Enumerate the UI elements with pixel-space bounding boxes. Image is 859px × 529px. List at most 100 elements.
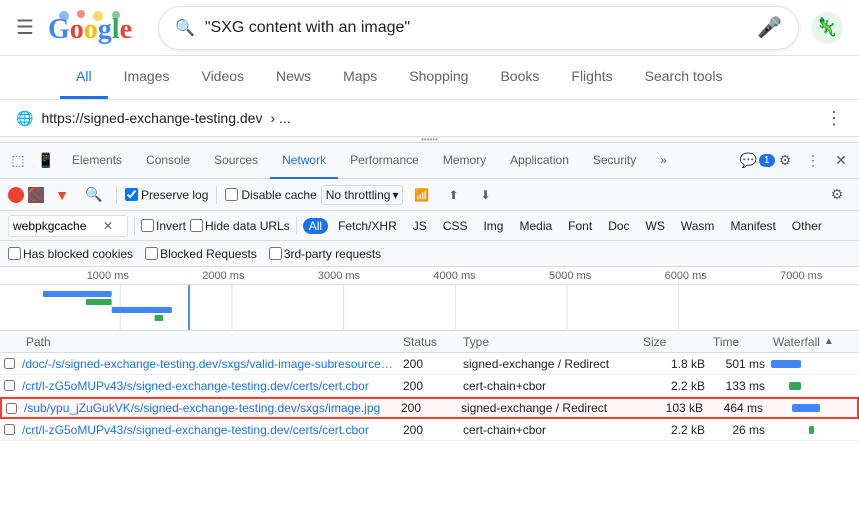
- separator-2: [216, 186, 217, 204]
- search-input[interactable]: [205, 19, 757, 37]
- filter-btn-manifest[interactable]: Manifest: [724, 218, 781, 234]
- filter-clear-icon[interactable]: ✕: [103, 219, 113, 233]
- device-toolbar-icon[interactable]: 📱: [32, 147, 60, 175]
- nav-tab-news[interactable]: News: [260, 56, 327, 99]
- row-size: 2.2 kB: [639, 423, 709, 437]
- row-type: cert-chain+cbor: [459, 423, 639, 437]
- row-type: cert-chain+cbor: [459, 379, 639, 393]
- row-time: 133 ms: [709, 379, 769, 393]
- nav-tabs: All Images Videos News Maps Shopping Boo…: [0, 56, 859, 100]
- row-checkbox[interactable]: [0, 358, 18, 369]
- table-row[interactable]: /crt/l-zG5oMUPv43/s/signed-exchange-test…: [0, 375, 859, 397]
- row-checkbox[interactable]: [2, 403, 20, 414]
- nav-tab-shopping[interactable]: Shopping: [393, 56, 484, 99]
- export-icon[interactable]: ⬇: [471, 181, 499, 209]
- tl-label-4: 4000 ms: [397, 270, 513, 282]
- table-row[interactable]: /crt/l-zG5oMUPv43/s/signed-exchange-test…: [0, 419, 859, 441]
- filter-icon[interactable]: ▼: [48, 181, 76, 209]
- timeline-labels: 1000 ms 2000 ms 3000 ms 4000 ms 5000 ms …: [0, 267, 859, 285]
- close-devtools-icon[interactable]: ✕: [827, 147, 855, 175]
- tl-label-7: 7000 ms: [743, 270, 859, 282]
- network-settings-icon[interactable]: ⚙: [823, 181, 851, 209]
- clear-button[interactable]: 🚫: [28, 187, 44, 203]
- import-icon[interactable]: ⬆: [439, 181, 467, 209]
- record-button[interactable]: [8, 187, 24, 203]
- blocked-row: Has blocked cookies Blocked Requests 3rd…: [0, 241, 859, 267]
- nav-tab-all[interactable]: All: [60, 56, 108, 99]
- filter-btn-img[interactable]: Img: [477, 218, 509, 234]
- nav-tab-videos[interactable]: Videos: [185, 56, 260, 99]
- row-time: 501 ms: [709, 357, 769, 371]
- row-path: /crt/l-zG5oMUPv43/s/signed-exchange-test…: [18, 379, 399, 393]
- th-type[interactable]: Type: [459, 335, 639, 349]
- devtools-tab-memory[interactable]: Memory: [431, 143, 498, 179]
- row-path: /doc/-/s/signed-exchange-testing.dev/sxg…: [18, 357, 399, 371]
- filter-btn-other[interactable]: Other: [786, 218, 828, 234]
- filter-btn-fetch-xhr[interactable]: Fetch/XHR: [332, 218, 403, 234]
- more-options-icon[interactable]: ⋮: [825, 108, 843, 129]
- hamburger-menu-icon[interactable]: ☰: [16, 15, 34, 40]
- devtools-tab-application[interactable]: Application: [498, 143, 581, 179]
- tl-label-2: 2000 ms: [166, 270, 282, 282]
- nav-tab-maps[interactable]: Maps: [327, 56, 393, 99]
- th-waterfall[interactable]: Waterfall ▲: [769, 335, 859, 349]
- nav-tab-flights[interactable]: Flights: [555, 56, 628, 99]
- nav-tab-search-tools[interactable]: Search tools: [629, 56, 739, 99]
- inspect-element-icon[interactable]: ⬚: [4, 147, 32, 175]
- dropdown-arrow-icon: ▾: [392, 188, 398, 202]
- filter-btn-wasm[interactable]: Wasm: [675, 218, 721, 234]
- hide-data-urls-checkbox[interactable]: Hide data URLs: [190, 219, 290, 233]
- table-header: Path Status Type Size Time Waterfall ▲: [0, 331, 859, 353]
- filter-btn-all[interactable]: All: [303, 218, 328, 234]
- wifi-icon[interactable]: 📶: [407, 181, 435, 209]
- th-time[interactable]: Time: [709, 335, 769, 349]
- th-path[interactable]: Path: [18, 335, 399, 349]
- row-waterfall: [769, 353, 859, 374]
- tl-label-3: 3000 ms: [281, 270, 397, 282]
- nav-tab-images[interactable]: Images: [108, 56, 186, 99]
- comment-icon[interactable]: 💬1: [743, 147, 771, 175]
- more-devtools-icon[interactable]: ⋮: [799, 147, 827, 175]
- filter-btn-ws[interactable]: WS: [640, 218, 671, 234]
- devtools-tab-more[interactable]: »: [648, 143, 679, 179]
- devtools-tab-console[interactable]: Console: [134, 143, 202, 179]
- timeline-chart: [0, 285, 859, 330]
- google-top-bar: ☰ Google 🔍 🎤 🦎: [0, 0, 859, 56]
- filter-btn-css[interactable]: CSS: [437, 218, 474, 234]
- throttling-dropdown[interactable]: No throttling ▾: [321, 185, 404, 205]
- table-row[interactable]: /doc/-/s/signed-exchange-testing.dev/sxg…: [0, 353, 859, 375]
- blocked-requests-checkbox[interactable]: Blocked Requests: [145, 247, 257, 261]
- nav-tab-books[interactable]: Books: [484, 56, 555, 99]
- search-bar[interactable]: 🔍 🎤: [158, 6, 799, 50]
- th-size[interactable]: Size: [639, 335, 709, 349]
- table-row[interactable]: /sub/ypu_jZuGukVK/s/signed-exchange-test…: [0, 397, 859, 419]
- search-network-icon[interactable]: 🔍: [80, 181, 108, 209]
- devtools-tab-performance[interactable]: Performance: [338, 143, 431, 179]
- devtools-tab-security[interactable]: Security: [581, 143, 648, 179]
- th-status[interactable]: Status: [399, 335, 459, 349]
- devtools-tab-network[interactable]: Network: [270, 143, 338, 179]
- preserve-log-checkbox[interactable]: Preserve log: [125, 188, 208, 202]
- row-status: 200: [399, 357, 459, 371]
- row-checkbox[interactable]: [0, 380, 18, 391]
- devtools-tab-sources[interactable]: Sources: [202, 143, 270, 179]
- row-checkbox[interactable]: [0, 424, 18, 435]
- devtools-tab-elements[interactable]: Elements: [60, 143, 134, 179]
- globe-icon: 🌐: [16, 110, 33, 127]
- invert-checkbox[interactable]: Invert: [141, 219, 186, 233]
- filter-btn-js[interactable]: JS: [407, 218, 433, 234]
- settings-icon[interactable]: ⚙: [771, 147, 799, 175]
- row-status: 200: [397, 401, 457, 415]
- disable-cache-checkbox[interactable]: Disable cache: [225, 188, 316, 202]
- filter-btn-doc[interactable]: Doc: [602, 218, 635, 234]
- row-status: 200: [399, 379, 459, 393]
- tl-label-6: 6000 ms: [628, 270, 744, 282]
- filter-input[interactable]: [13, 219, 103, 233]
- filter-btn-media[interactable]: Media: [513, 218, 558, 234]
- has-blocked-cookies-checkbox[interactable]: Has blocked cookies: [8, 247, 133, 261]
- row-size: 2.2 kB: [639, 379, 709, 393]
- avatar[interactable]: 🦎: [811, 12, 843, 44]
- filter-btn-font[interactable]: Font: [562, 218, 598, 234]
- third-party-requests-checkbox[interactable]: 3rd-party requests: [269, 247, 381, 261]
- microphone-icon[interactable]: 🎤: [757, 15, 782, 40]
